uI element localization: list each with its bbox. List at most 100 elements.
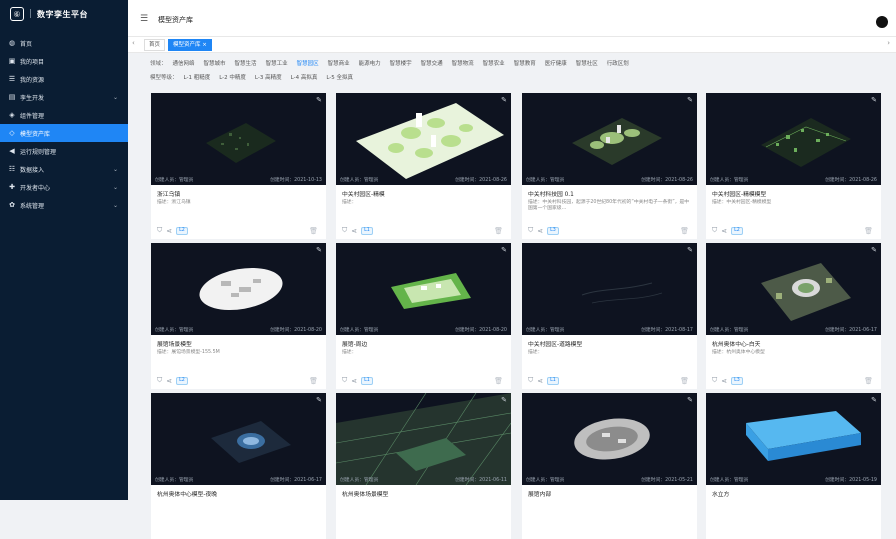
domain-filter-option[interactable]: 智慧商业 (328, 59, 350, 67)
share-icon[interactable]: ⋖ (166, 377, 172, 385)
domain-filter-option[interactable]: 智慧生活 (235, 59, 257, 67)
sidebar-item-8[interactable]: ✚ 开发者中心 ⌄ (0, 178, 128, 196)
sidebar-item-5[interactable]: ◇ 模型资产库 (0, 124, 128, 142)
created-time: 创建时间：2021-05-19 (825, 478, 877, 483)
model-card[interactable]: ✎ 创建人员：管理员 创建时间：2021-08-26 中关村园区-精模 描述： ⛉ ⋖ L1 🗑 (336, 93, 511, 239)
sidebar-item-2[interactable]: ☰ 我的资源 (0, 70, 128, 88)
model-thumbnail[interactable]: ✎ 创建人员：管理员 创建时间：2021-08-17 (522, 243, 697, 335)
share-icon[interactable]: ⋖ (537, 377, 543, 385)
model-thumbnail[interactable]: ✎ 创建人员：管理员 创建时间：2021-06-17 (706, 243, 881, 335)
model-card[interactable]: ✎ 创建人员：管理员 创建时间：2021-05-19 水立方 (706, 393, 881, 539)
model-thumbnail[interactable]: ✎ 创建人员：管理员 创建时间：2021-05-19 (706, 393, 881, 485)
edit-icon[interactable]: ✎ (501, 96, 507, 104)
domain-filter-option[interactable]: 智慧楼宇 (390, 59, 412, 67)
domain-filter-option[interactable]: 智慧教育 (514, 59, 536, 67)
share-icon[interactable]: ⋖ (721, 377, 727, 385)
edit-icon[interactable]: ✎ (316, 246, 322, 254)
model-thumbnail[interactable]: ✎ 创建人员：管理员 创建时间：2021-08-26 (706, 93, 881, 185)
model-card[interactable]: ✎ 创建人员：管理员 创建时间：2021-08-20 展馆场景模型 描述：展馆场景模型-… (151, 243, 326, 389)
model-card[interactable]: ✎ 创建人员：管理员 创建时间：2021-05-21 展馆内部 (522, 393, 697, 539)
domain-filter-option[interactable]: 通信网络 (173, 59, 195, 67)
model-name: 杭州奥体场景模型 (342, 492, 389, 498)
edit-icon[interactable]: ✎ (687, 96, 693, 104)
model-thumbnail[interactable]: ✎ 创建人员：管理员 创建时间：2021-08-20 (336, 243, 511, 335)
trash-icon[interactable]: 🗑 (864, 377, 873, 385)
model-card[interactable]: ✎ 创建人员：管理员 创建时间：2021-10-13 浙江乌镇 描述：浙江乌镇 ⛉ ⋖ L2 🗑 (151, 93, 326, 239)
trash-icon[interactable]: 🗑 (309, 227, 318, 235)
domain-filter-option[interactable]: 智慧园区 (297, 59, 319, 67)
model-thumbnail[interactable]: ✎ 创建人员：管理员 创建时间：2021-06-17 (151, 393, 326, 485)
domain-filter-option[interactable]: 医疗健康 (545, 59, 567, 67)
sidebar-item-7[interactable]: ☷ 数据接入 ⌄ (0, 160, 128, 178)
share-icon[interactable]: ⋖ (351, 377, 357, 385)
model-thumbnail[interactable]: ✎ 创建人员：管理员 创建时间：2021-08-26 (336, 93, 511, 185)
model-thumbnail[interactable]: ✎ 创建人员：管理员 创建时间：2021-05-21 (522, 393, 697, 485)
edit-icon[interactable]: ✎ (316, 96, 322, 104)
level-badge: L3 (731, 376, 743, 385)
menu-toggle-icon[interactable]: ☰ (140, 14, 148, 24)
domain-filter-option[interactable]: 智慧物流 (452, 59, 474, 67)
edit-icon[interactable]: ✎ (316, 396, 322, 404)
creator: 创建人员：管理员 (526, 478, 565, 483)
domain-filter-option[interactable]: 智慧交通 (421, 59, 443, 67)
domain-filter-row: 领域： 通信网络 智慧城市 智慧生活 智慧工业 智慧园区 智慧商业 能源电力 智慧楼宇 智慧交通… (150, 56, 638, 70)
avatar[interactable] (876, 16, 888, 28)
domain-filter-option[interactable]: 能源电力 (359, 59, 381, 67)
domain-filter-option[interactable]: 行政区划 (607, 59, 629, 67)
sidebar-item-3[interactable]: ▤ 孪生开发 ⌄ (0, 88, 128, 106)
model-card[interactable]: ✎ 创建人员：管理员 创建时间：2021-08-20 展馆-周边 描述： ⛉ ⋖ L1 🗑 (336, 243, 511, 389)
level-filter-option[interactable]: L-1 粗糙度 (184, 73, 211, 81)
domain-filter-option[interactable]: 智慧工业 (266, 59, 288, 67)
trash-icon[interactable]: 🗑 (680, 227, 689, 235)
share-icon[interactable]: ⋖ (351, 227, 357, 235)
shield-icon: ⛉ (528, 226, 534, 234)
edit-icon[interactable]: ✎ (871, 96, 877, 104)
edit-icon[interactable]: ✎ (871, 396, 877, 404)
trash-icon[interactable]: 🗑 (494, 227, 503, 235)
sidebar-item-4[interactable]: ◈ 组件管理 (0, 106, 128, 124)
sidebar-item-6[interactable]: ◀ 运行规则管理 (0, 142, 128, 160)
trash-icon[interactable]: 🗑 (309, 377, 318, 385)
level-filter-row: 模型等级： L-1 粗糙度 L-2 中精度 L-3 高精度 L-4 高拟真 L-5 全拟… (150, 70, 638, 84)
tabs-scroll-right-icon[interactable]: › (887, 39, 890, 47)
model-name: 中关村园区-精模模型 (712, 192, 767, 198)
share-icon[interactable]: ⋖ (721, 227, 727, 235)
trash-icon[interactable]: 🗑 (494, 377, 503, 385)
level-filter-option[interactable]: L-2 中精度 (219, 73, 246, 81)
card-meta: 创建人员：管理员 创建时间：2021-10-13 (155, 176, 322, 183)
domain-filter-option[interactable]: 智慧农业 (483, 59, 505, 67)
tabs-scroll-left-icon[interactable]: ‹ (132, 39, 135, 47)
trash-icon[interactable]: 🗑 (680, 377, 689, 385)
domain-filter-option[interactable]: 智慧城市 (204, 59, 226, 67)
trash-icon[interactable]: 🗑 (864, 227, 873, 235)
card-meta: 创建人员：管理员 创建时间：2021-08-26 (526, 176, 693, 183)
model-card[interactable]: ✎ 创建人员：管理员 创建时间：2021-08-17 中关村园区-道路模型 描述： ⛉ ⋖ L… (522, 243, 697, 389)
edit-icon[interactable]: ✎ (687, 246, 693, 254)
edit-icon[interactable]: ✎ (501, 246, 507, 254)
model-card[interactable]: ✎ 创建人员：管理员 创建时间：2021-08-26 中关村科技园 0.1 描述：中关村… (522, 93, 697, 239)
model-thumbnail[interactable]: ✎ 创建人员：管理员 创建时间：2021-08-20 (151, 243, 326, 335)
model-thumbnail[interactable]: ✎ 创建人员：管理员 创建时间：2021-10-13 (151, 93, 326, 185)
level-filter-option[interactable]: L-3 高精度 (255, 73, 282, 81)
sidebar-item-9[interactable]: ✿ 系统管理 ⌄ (0, 196, 128, 214)
model-thumbnail[interactable]: ✎ 创建人员：管理员 创建时间：2021-08-26 (522, 93, 697, 185)
level-filter-option[interactable]: L-5 全拟真 (326, 73, 353, 81)
sidebar-item-0[interactable]: ◍ 首页 (0, 34, 128, 52)
tab-model-library[interactable]: 模型资产库 × (168, 39, 212, 51)
edit-icon[interactable]: ✎ (871, 246, 877, 254)
created-time: 创建时间：2021-08-20 (455, 328, 507, 333)
model-card[interactable]: ✎ 创建人员：管理员 创建时间：2021-08-26 中关村园区-精模模型 描述：中关村… (706, 93, 881, 239)
model-card[interactable]: ✎ 创建人员：管理员 创建时间：2021-06-17 杭州奥体中心-白天 描述：杭州奥体… (706, 243, 881, 389)
level-filter-option[interactable]: L-4 高拟真 (291, 73, 318, 81)
card-footer: ⛉ ⋖ L2 🗑 (712, 226, 873, 235)
model-card[interactable]: ✎ 创建人员：管理员 创建时间：2021-06-11 杭州奥体场景模型 (336, 393, 511, 539)
tab-home[interactable]: 首页 (144, 39, 166, 51)
model-card[interactable]: ✎ 创建人员：管理员 创建时间：2021-06-17 杭州奥体中心模型-夜晚 (151, 393, 326, 539)
sidebar-item-1[interactable]: ▣ 我的项目 (0, 52, 128, 70)
share-icon[interactable]: ⋖ (166, 227, 172, 235)
domain-filter-option[interactable]: 智慧社区 (576, 59, 598, 67)
model-thumbnail[interactable]: ✎ 创建人员：管理员 创建时间：2021-06-11 (336, 393, 511, 485)
edit-icon[interactable]: ✎ (687, 396, 693, 404)
edit-icon[interactable]: ✎ (501, 396, 507, 404)
share-icon[interactable]: ⋖ (537, 227, 543, 235)
